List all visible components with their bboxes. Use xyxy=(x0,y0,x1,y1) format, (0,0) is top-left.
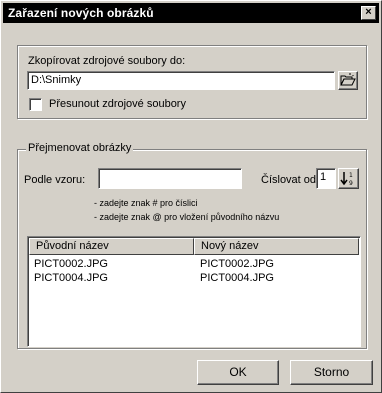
title-bar[interactable]: Zařazení nových obrázků × xyxy=(3,3,379,23)
rename-group: Přejmenovat obrázky Podle vzoru: Číslova… xyxy=(17,142,367,349)
number-from-label: Číslovat od: xyxy=(261,174,320,186)
rename-group-legend: Přejmenovat obrázky xyxy=(26,142,134,154)
close-icon: × xyxy=(365,6,372,18)
new-name-cell: PICT0002.JPG xyxy=(200,258,274,270)
pattern-input[interactable] xyxy=(98,168,242,189)
close-button[interactable]: × xyxy=(361,6,376,20)
column-original-label: Původní název xyxy=(36,240,109,252)
svg-text:9: 9 xyxy=(349,180,353,187)
copy-group: Zkopírovat zdrojové soubory do: D:\Snimk… xyxy=(17,45,367,119)
column-header-original[interactable]: Původní název xyxy=(29,238,194,255)
pattern-label: Podle vzoru: xyxy=(24,174,86,186)
move-files-label[interactable]: Přesunout zdrojové soubory xyxy=(49,98,186,110)
ok-label: OK xyxy=(229,365,247,379)
cancel-button[interactable]: Storno xyxy=(290,360,373,385)
column-header-new[interactable]: Nový název xyxy=(194,238,359,255)
number-from-value: 1 xyxy=(320,171,327,183)
ok-button[interactable]: OK xyxy=(197,360,279,385)
list-item[interactable]: PICT0002.JPG PICT0002.JPG xyxy=(30,258,360,272)
new-name-cell: PICT0004.JPG xyxy=(200,272,274,284)
move-files-checkbox[interactable] xyxy=(29,98,42,111)
original-name-cell: PICT0004.JPG xyxy=(34,272,108,284)
hint-original-name: - zadejte znak @ pro vložení původního n… xyxy=(94,212,280,222)
copy-destination-label: Zkopírovat zdrojové soubory do: xyxy=(28,55,186,67)
number-from-input[interactable]: 1 xyxy=(316,168,336,189)
sort-down-icon: 1 9 xyxy=(340,172,353,187)
destination-path-value: D:\Snimky xyxy=(31,74,82,86)
browse-button[interactable] xyxy=(338,71,358,90)
svg-text:1: 1 xyxy=(349,172,353,179)
hint-digit: - zadejte znak # pro číslici xyxy=(94,198,198,208)
dialog-window: Zařazení nových obrázků × Zkopírovat zdr… xyxy=(0,0,382,393)
rename-preview-list[interactable]: Původní název Nový název PICT0002.JPG PI… xyxy=(27,236,361,347)
sort-numbers-button[interactable]: 1 9 xyxy=(338,168,359,189)
list-item[interactable]: PICT0004.JPG PICT0004.JPG xyxy=(30,272,360,286)
column-new-label: Nový název xyxy=(201,240,259,252)
destination-path-input[interactable]: D:\Snimky xyxy=(27,71,335,90)
original-name-cell: PICT0002.JPG xyxy=(34,258,108,270)
cancel-label: Storno xyxy=(313,365,350,379)
folder-open-icon xyxy=(340,73,356,86)
window-title: Zařazení nových obrázků xyxy=(8,6,154,20)
